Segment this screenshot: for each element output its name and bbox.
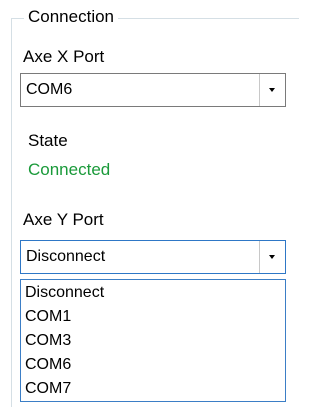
axe-y-port-selected-value: Disconnect — [26, 248, 106, 265]
axe-y-port-label: Axe Y Port — [23, 210, 104, 229]
axe-y-port-dropdown-button[interactable] — [259, 241, 285, 273]
dropdown-option-com7[interactable]: COM7 — [21, 377, 285, 401]
dropdown-option-com1[interactable]: COM1 — [21, 305, 285, 329]
dropdown-option-disconnect[interactable]: Disconnect — [21, 281, 285, 305]
state-value: Connected — [28, 160, 111, 179]
axe-x-port-label: Axe X Port — [23, 47, 105, 66]
axe-x-port-combobox[interactable]: COM6 — [20, 73, 286, 107]
state-label: State — [28, 131, 68, 150]
dropdown-option-com6[interactable]: COM6 — [21, 353, 285, 377]
axe-y-port-dropdown-list: Disconnect COM1 COM3 COM6 COM7 — [20, 279, 286, 402]
axe-y-port-combobox[interactable]: Disconnect — [20, 240, 286, 274]
chevron-down-icon — [269, 255, 275, 259]
dropdown-option-com3[interactable]: COM3 — [21, 329, 285, 353]
chevron-down-icon — [269, 88, 275, 92]
axe-x-port-dropdown-button[interactable] — [259, 74, 285, 106]
axe-x-port-selected-value: COM6 — [26, 81, 73, 98]
connection-group-title: Connection — [24, 5, 119, 29]
